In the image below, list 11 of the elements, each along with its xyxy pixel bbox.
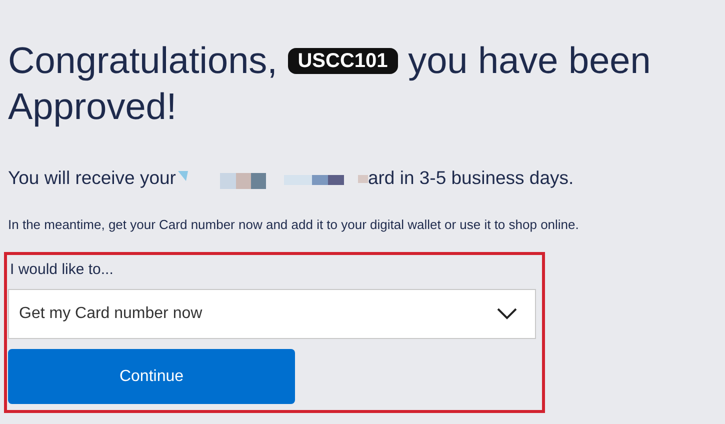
delivery-text: ard in 3-5 business days. xyxy=(368,166,574,190)
continue-button[interactable]: Continue xyxy=(8,349,295,404)
redaction-label: USCC101 xyxy=(288,48,398,74)
heading-text: Approved! xyxy=(8,86,177,127)
delivery-text: You will receive your xyxy=(8,166,176,190)
option-select[interactable]: Get my Card number now xyxy=(8,289,536,339)
field-label: I would like to... xyxy=(9,260,114,280)
heading-text: Congratulations, xyxy=(8,40,278,81)
chevron-down-icon xyxy=(497,308,517,320)
info-text: In the meantime, get your Card number now and add it to your digital wallet or use it to shop online. xyxy=(8,216,580,234)
heading-text: you have been xyxy=(408,40,651,81)
